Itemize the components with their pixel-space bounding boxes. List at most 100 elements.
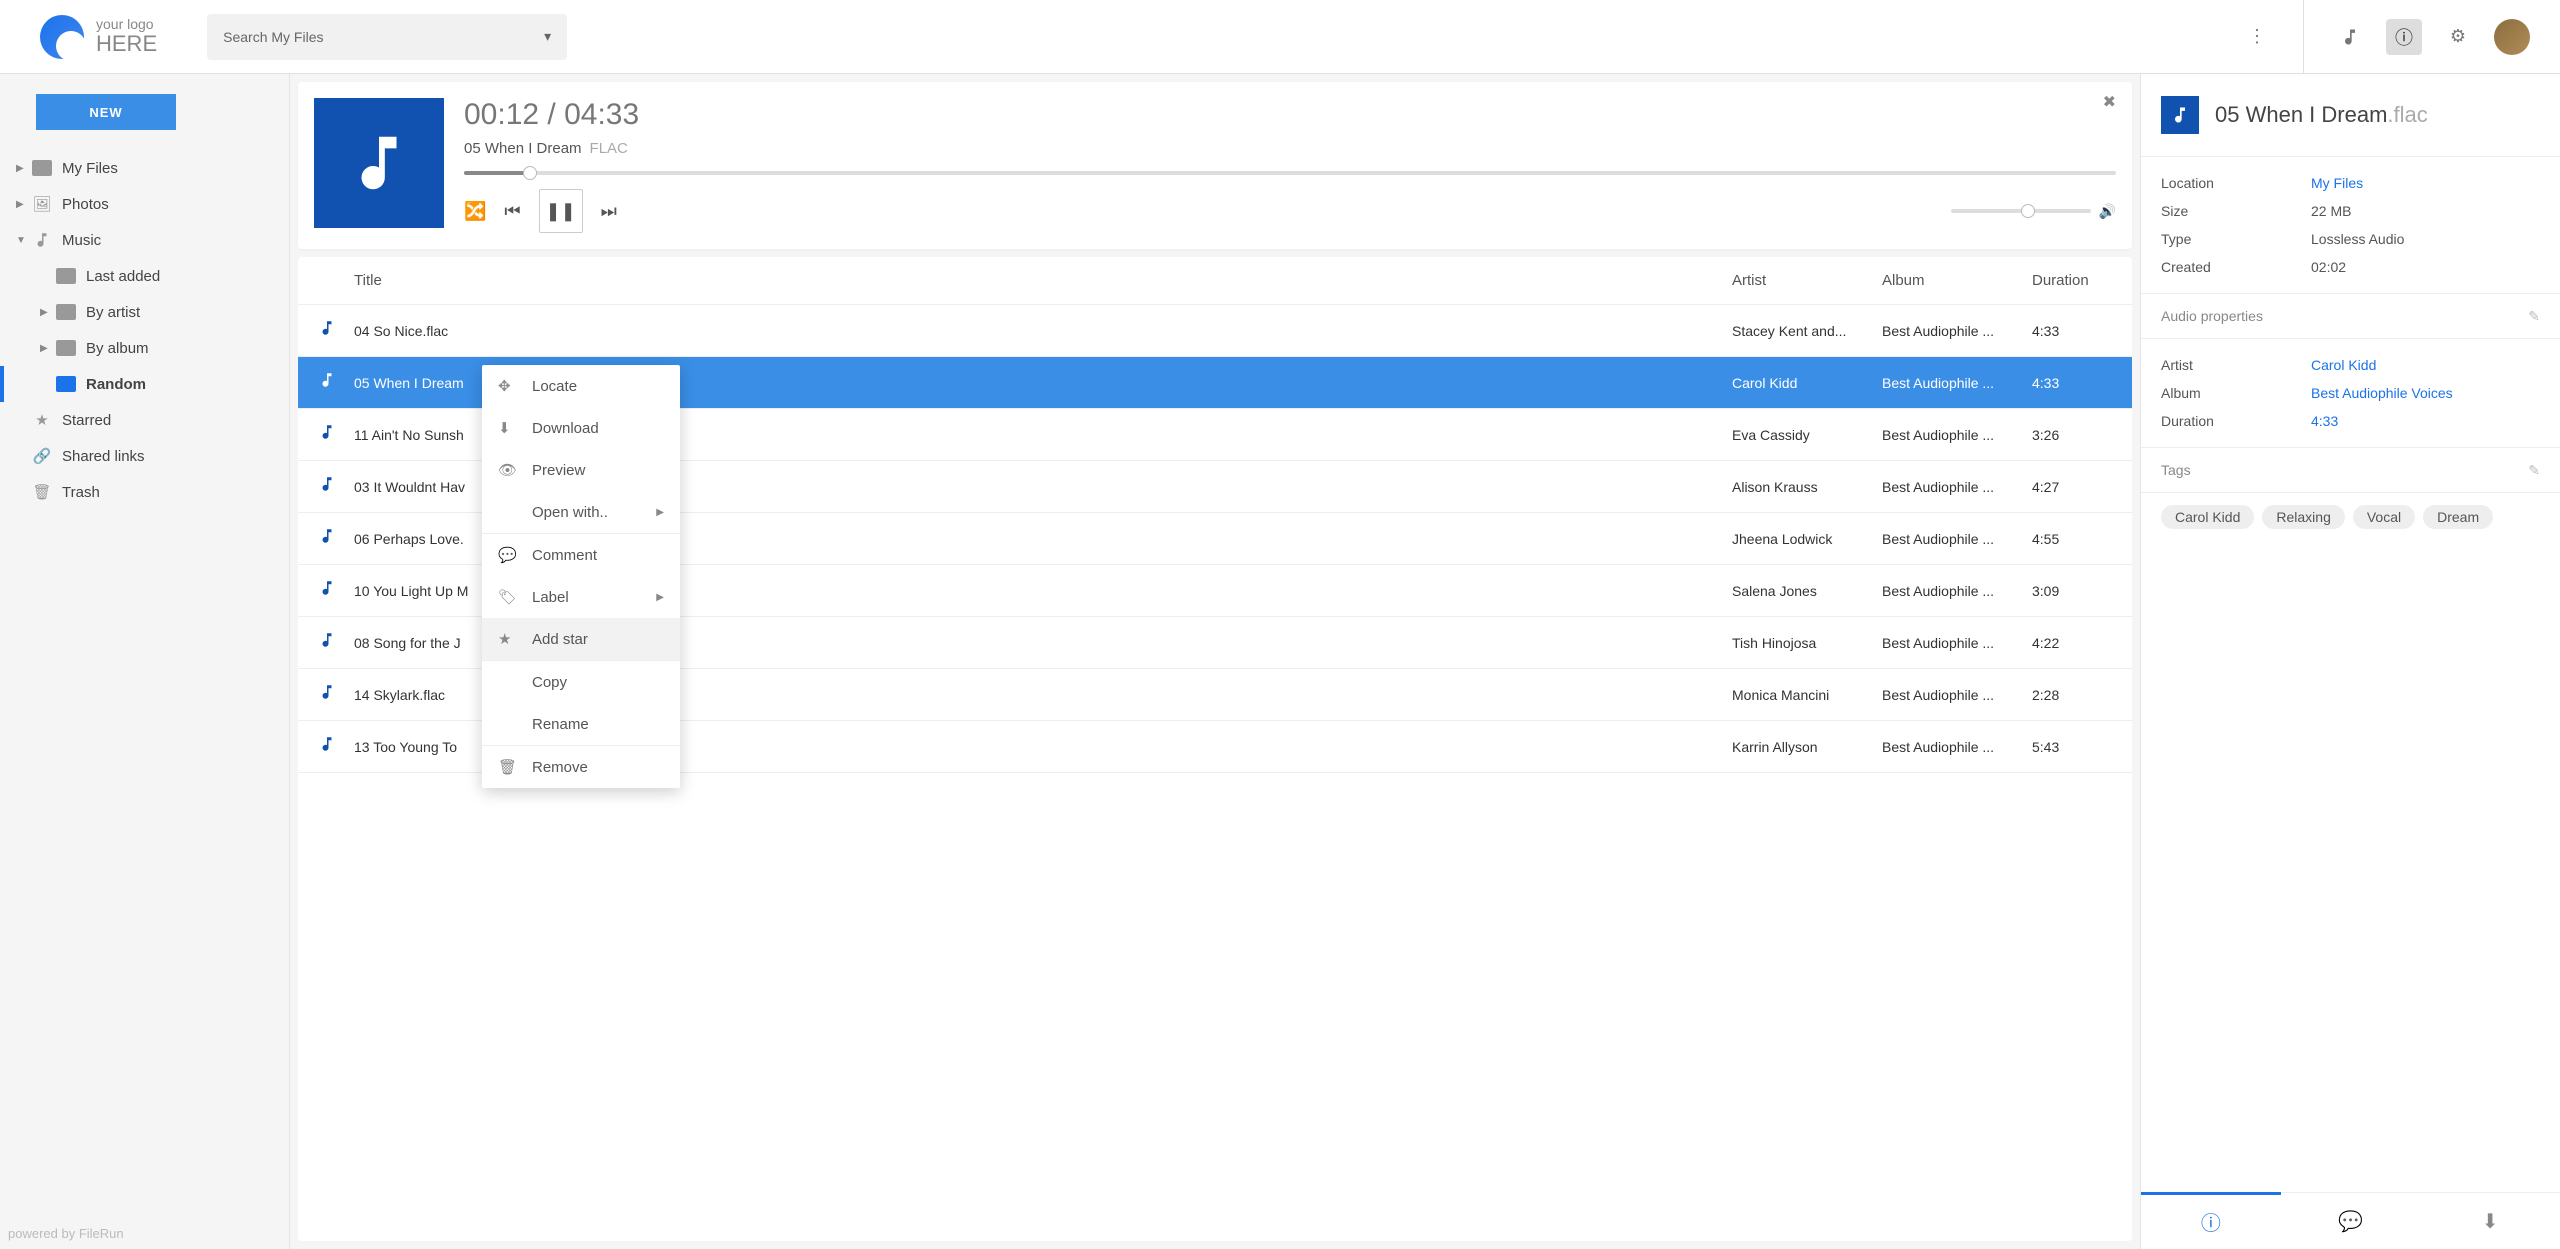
powered-by: powered by FileRun	[0, 1218, 289, 1249]
sidebar-item-by-artist[interactable]: ▶ By artist	[0, 294, 289, 330]
menu-open-with-[interactable]: Open with..▶	[482, 491, 680, 533]
location-link[interactable]: My Files	[2311, 175, 2363, 191]
expand-icon[interactable]: ▼	[16, 235, 30, 246]
sidebar-item-label: Photos	[62, 196, 109, 213]
sidebar-item-photos[interactable]: ▶🖼Photos	[0, 186, 289, 222]
menu-locate[interactable]: ✥Locate	[482, 365, 680, 407]
gear-icon[interactable]: ⚙	[2440, 19, 2476, 55]
tag[interactable]: Dream	[2423, 505, 2493, 529]
menu-preview[interactable]: 👁Preview	[482, 449, 680, 491]
cell-artist: Karrin Allyson	[1732, 739, 1882, 755]
cell-album: Best Audiophile ...	[1882, 583, 2032, 599]
music-icon	[318, 321, 336, 341]
sidebar-item-by-album[interactable]: ▶ By album	[0, 330, 289, 366]
tag[interactable]: Relaxing	[2262, 505, 2344, 529]
menu-icon: 💬	[498, 546, 516, 564]
duration-link[interactable]: 4:33	[2311, 413, 2338, 429]
pause-button[interactable]: ❚❚	[539, 189, 583, 233]
expand-icon[interactable]: ▶	[16, 199, 30, 210]
tag[interactable]: Vocal	[2353, 505, 2415, 529]
menu-icon: ✥	[498, 377, 516, 395]
sidebar-item-label: Music	[62, 232, 101, 249]
sidebar-item-label: By album	[86, 340, 149, 357]
sidebar-item-shared-links[interactable]: 🔗Shared links	[0, 438, 289, 474]
tag[interactable]: Carol Kidd	[2161, 505, 2254, 529]
info-tab[interactable]: ⓘ	[2141, 1192, 2281, 1248]
progress-bar[interactable]	[464, 171, 2116, 175]
cell-duration: 4:33	[2032, 375, 2112, 391]
sidebar-item-label: Shared links	[62, 448, 145, 465]
folder-icon	[54, 373, 78, 395]
folder-icon	[54, 337, 78, 359]
menu-comment[interactable]: 💬Comment	[482, 534, 680, 576]
artist-link[interactable]: Carol Kidd	[2311, 357, 2376, 373]
col-duration[interactable]: Duration	[2032, 272, 2112, 289]
cell-duration: 5:43	[2032, 739, 2112, 755]
music-icon	[2161, 96, 2199, 134]
cell-artist: Alison Krauss	[1732, 479, 1882, 495]
avatar[interactable]	[2494, 19, 2530, 55]
sidebar-item-label: By artist	[86, 304, 140, 321]
cell-duration: 4:22	[2032, 635, 2112, 651]
menu-rename[interactable]: Rename	[482, 703, 680, 745]
cell-album: Best Audiophile ...	[1882, 375, 2032, 391]
menu-copy[interactable]: Copy	[482, 661, 680, 703]
chevron-right-icon: ▶	[656, 507, 664, 518]
cell-album: Best Audiophile ...	[1882, 531, 2032, 547]
sidebar-item-random[interactable]: Random	[0, 366, 289, 402]
expand-icon[interactable]: ▶	[40, 307, 54, 318]
sidebar-item-trash[interactable]: 🗑Trash	[0, 474, 289, 510]
next-icon[interactable]: ⏭	[601, 201, 617, 222]
download-tab[interactable]: ⬇	[2420, 1193, 2560, 1249]
menu-download[interactable]: ⬇Download	[482, 407, 680, 449]
cell-album: Best Audiophile ...	[1882, 323, 2032, 339]
context-menu: ✥Locate⬇Download👁PreviewOpen with..▶💬Com…	[482, 365, 680, 788]
sidebar-item-last-added[interactable]: Last added	[0, 258, 289, 294]
volume-slider[interactable]	[1951, 209, 2091, 213]
menu-icon: ⬇	[498, 419, 516, 437]
col-artist[interactable]: Artist	[1732, 272, 1882, 289]
file-table: Title Artist Album Duration 04 So Nice.f…	[298, 257, 2132, 1241]
info-icon[interactable]: ⓘ	[2386, 19, 2422, 55]
sidebar-item-my-files[interactable]: ▶My Files	[0, 150, 289, 186]
more-icon[interactable]: ⋮	[2239, 19, 2275, 55]
edit-icon[interactable]: ✎	[2528, 462, 2540, 479]
edit-icon[interactable]: ✎	[2528, 308, 2540, 325]
prev-icon[interactable]: ⏮	[504, 201, 520, 222]
chevron-down-icon[interactable]: ▾	[544, 28, 551, 45]
sidebar-item-label: Last added	[86, 268, 160, 285]
menu-label[interactable]: 🏷Label▶	[482, 576, 680, 618]
sidebar-item-label: Random	[86, 376, 146, 393]
cell-album: Best Audiophile ...	[1882, 479, 2032, 495]
col-title[interactable]: Title	[354, 272, 1732, 289]
sidebar-item-label: Starred	[62, 412, 111, 429]
new-button[interactable]: NEW	[36, 94, 176, 130]
expand-icon[interactable]: ▶	[40, 343, 54, 354]
sidebar-item-starred[interactable]: ★Starred	[0, 402, 289, 438]
cell-title: 04 So Nice.flac	[354, 323, 1732, 339]
menu-add-star[interactable]: ★Add star	[482, 618, 680, 660]
volume-icon[interactable]: 🔊	[2099, 203, 2116, 220]
close-icon[interactable]: ✖	[2103, 92, 2116, 112]
comments-tab[interactable]: 💬	[2281, 1193, 2421, 1249]
music-icon	[318, 373, 336, 393]
col-album[interactable]: Album	[1882, 272, 2032, 289]
player-title: 05 When I DreamFLAC	[464, 140, 2116, 157]
album-link[interactable]: Best Audiophile Voices	[2311, 385, 2453, 401]
chevron-right-icon: ▶	[656, 592, 664, 603]
menu-icon: 👁	[498, 461, 516, 479]
folder-icon	[54, 265, 78, 287]
music-icon[interactable]	[2332, 19, 2368, 55]
menu-remove[interactable]: 🗑Remove	[482, 746, 680, 788]
shuffle-icon[interactable]: 🔀	[464, 201, 486, 222]
logo-line1: your logo	[96, 17, 157, 32]
expand-icon[interactable]: ▶	[16, 163, 30, 174]
search-input[interactable]: Search My Files ▾	[207, 14, 567, 60]
table-header: Title Artist Album Duration	[298, 257, 2132, 305]
cell-artist: Carol Kidd	[1732, 375, 1882, 391]
cell-album: Best Audiophile ...	[1882, 687, 2032, 703]
cell-album: Best Audiophile ...	[1882, 427, 2032, 443]
table-row[interactable]: 04 So Nice.flacStacey Kent and...Best Au…	[298, 305, 2132, 357]
logo[interactable]: your logo HERE	[10, 15, 177, 59]
sidebar-item-music[interactable]: ▼ Music	[0, 222, 289, 258]
